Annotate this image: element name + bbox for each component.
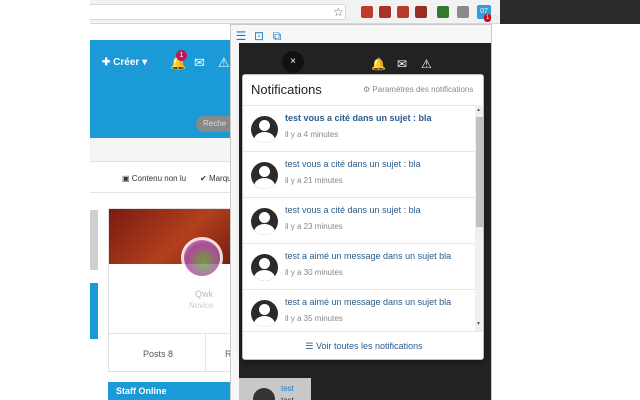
notification-time: il y a 35 minutes <box>285 314 343 323</box>
mark-read-label: Marqu <box>208 174 232 183</box>
list-item[interactable]: test vous a cité dans un sujet : bla il … <box>243 106 475 152</box>
notification-text: test vous a cité dans un sujet : bla <box>285 159 421 169</box>
settings-label: Paramètres des notifications <box>372 85 474 94</box>
notification-settings-link[interactable]: ⚙ Paramètres des notifications <box>363 85 473 94</box>
see-all-label: Voir toutes les notifications <box>316 341 423 351</box>
profile-rank: Novice <box>189 301 214 310</box>
gear-icon: ⚙ <box>363 85 371 94</box>
extension-icon[interactable] <box>361 6 373 18</box>
mail-icon: ✉ <box>397 57 408 71</box>
list-item[interactable]: test vous a cité dans un sujet : bla il … <box>243 152 475 198</box>
menu-icon[interactable]: ☰ <box>234 29 248 43</box>
forum-header: ✚ Créer ▾ 🔔 1 ✉ ⚠ <box>90 40 240 120</box>
notification-text: test a aimé un message dans un sujet bla <box>285 297 452 307</box>
divider <box>205 334 206 372</box>
avatar <box>251 208 278 235</box>
notification-text: test a aimé un message dans un sujet bla <box>285 251 452 261</box>
scrollbar[interactable]: ▲ ▼ <box>475 105 483 331</box>
avatar <box>251 300 278 327</box>
scroll-down-icon[interactable]: ▼ <box>476 321 481 327</box>
unread-content-label: Contenu non lu <box>131 174 187 183</box>
online-user-sub: test <box>281 396 294 400</box>
profile-card: Qwk Novice Posts 8 R <box>108 208 241 372</box>
profile-name: Qwk <box>195 289 213 299</box>
mail-icon[interactable]: ✉ <box>194 55 205 71</box>
list-item[interactable]: test vous a cité dans un sujet : bla il … <box>243 198 475 244</box>
notification-time: il y a 23 minutes <box>285 222 343 231</box>
filter-bar: ▣ Contenu non lu ✔ Marqu <box>90 170 240 188</box>
avatar <box>253 388 275 400</box>
scroll-up-icon[interactable]: ▲ <box>476 107 481 113</box>
close-button[interactable]: × <box>282 51 304 73</box>
staff-online-header: Staff Online <box>108 382 240 400</box>
avatar <box>251 116 278 143</box>
open-in-tab-icon[interactable]: ⊡ <box>252 29 266 43</box>
warning-icon[interactable]: ⚠ <box>218 55 230 71</box>
panel-footer: ☰ Voir toutes les notifications <box>243 331 483 359</box>
create-button[interactable]: ✚ Créer ▾ <box>102 57 147 68</box>
side-panel <box>90 283 98 339</box>
scroll-thumb[interactable] <box>476 117 483 227</box>
bell-badge: 1 <box>176 50 187 61</box>
notification-time: il y a 4 minutes <box>285 130 339 139</box>
notification-text: test vous a cité dans un sujet : bla <box>285 113 432 123</box>
side-panel <box>90 210 98 270</box>
extension-icon[interactable] <box>397 6 409 18</box>
breadcrumb-strip <box>90 138 240 162</box>
online-user[interactable]: test test <box>239 378 311 400</box>
warning-icon: ⚠ <box>421 57 432 71</box>
notification-text: test vous a cité dans un sujet : bla <box>285 205 421 215</box>
cast-icon[interactable] <box>457 6 469 18</box>
browser-edge: ons <box>486 0 640 24</box>
extension-count-badge: 1 <box>484 14 492 22</box>
online-user-name: test <box>281 384 294 393</box>
address-bar[interactable] <box>90 4 346 20</box>
notification-time: il y a 30 minutes <box>285 268 343 277</box>
notification-list: test vous a cité dans un sujet : bla il … <box>243 105 475 331</box>
create-label: Créer <box>113 57 140 68</box>
list-item[interactable]: test a aimé un message dans un sujet bla… <box>243 244 475 290</box>
external-link-icon[interactable]: ⧉ <box>270 29 284 43</box>
list-item[interactable]: test a aimé un message dans un sujet bla… <box>243 290 475 331</box>
extension-icon[interactable] <box>437 6 449 18</box>
panel-title: Notifications <box>251 82 322 97</box>
notifications-panel: Notifications ⚙ Paramètres des notificat… <box>242 74 484 360</box>
list-icon: ☰ <box>305 341 314 351</box>
close-icon: × <box>290 56 296 67</box>
divider <box>90 192 240 193</box>
unread-content-link[interactable]: ▣ Contenu non lu <box>122 174 186 183</box>
avatar <box>251 162 278 189</box>
avatar[interactable] <box>181 237 223 279</box>
search-bar: Reche <box>90 112 240 138</box>
extension-icon[interactable] <box>415 6 427 18</box>
mark-read-link[interactable]: ✔ Marqu <box>200 174 232 183</box>
bell-icon: 🔔 <box>371 57 386 71</box>
bookmark-star-icon[interactable]: ☆ <box>333 5 344 19</box>
extension-icon[interactable] <box>379 6 391 18</box>
posts-count: Posts 8 <box>143 349 174 359</box>
avatar <box>251 254 278 281</box>
divider <box>109 333 241 334</box>
see-all-notifications-link[interactable]: ☰ Voir toutes les notifications <box>305 341 422 352</box>
notification-time: il y a 21 minutes <box>285 176 343 185</box>
